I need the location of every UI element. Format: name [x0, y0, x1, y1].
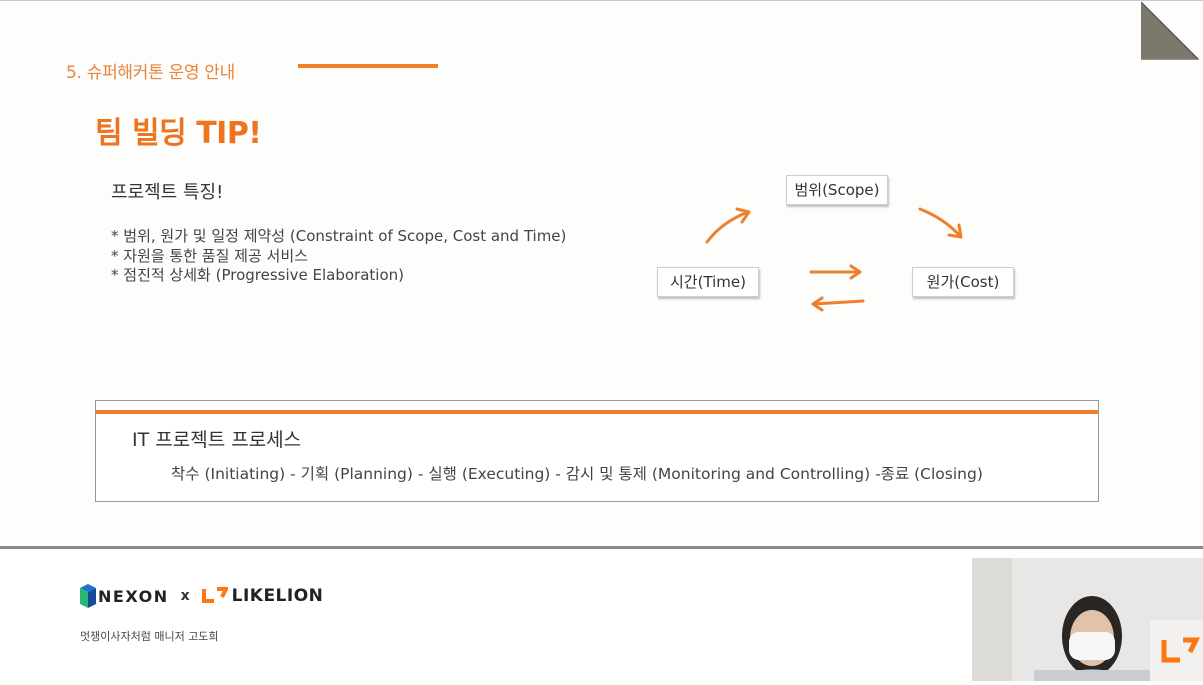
arrow-icon: [809, 264, 862, 280]
list-item: * 자원을 통한 품질 제공 서비스: [111, 246, 308, 265]
arrow-icon: [705, 207, 751, 244]
corner-fold-icon: [1141, 2, 1199, 60]
features-heading: 프로젝트 특징!: [111, 182, 224, 203]
list-item: * 범위, 원가 및 일정 제약성 (Constraint of Scope, …: [111, 227, 567, 245]
likelion-logo-text: LIKELION: [231, 586, 324, 606]
section-title: 5. 슈퍼해커톤 운영 안내: [66, 63, 235, 83]
features-list: * 범위, 원가 및 일정 제약성 (Constraint of Scope, …: [111, 227, 566, 286]
nexon-logo-text: NEXON: [98, 586, 169, 606]
process-title: IT 프로젝트 프로세스: [132, 429, 302, 451]
collab-separator: x: [180, 588, 190, 604]
slide-top-border: [0, 0, 1203, 1]
process-accent-bar: [96, 410, 1098, 414]
likelion-logo-icon: [201, 587, 228, 603]
likelion-logo-icon: [1161, 637, 1201, 663]
list-item: * 점진적 상세화 (Progressive Elaboration): [111, 266, 404, 284]
likelion-corner-badge: [1150, 620, 1203, 681]
process-steps: 착수 (Initiating) - 기획 (Planning) - 실행 (Ex…: [171, 465, 983, 483]
presentation-slide: 5. 슈퍼해커톤 운영 안내 팀 빌딩 TIP! 프로젝트 특징! * 범위, …: [0, 0, 1203, 548]
arrow-icon: [918, 207, 963, 239]
nexon-logo-icon: [80, 584, 96, 608]
cost-box: 원가(Cost): [912, 267, 1014, 297]
presenter-caption: 멋쟁이사자처럼 매니저 고도희: [80, 630, 219, 643]
process-panel: IT 프로젝트 프로세스 착수 (Initiating) - 기획 (Plann…: [95, 400, 1099, 502]
time-box: 시간(Time): [657, 267, 759, 297]
partner-logos: NEXON x LIKELION: [80, 583, 323, 609]
page-title: 팀 빌딩 TIP!: [95, 116, 262, 151]
section-divider: [298, 64, 438, 68]
arrow-icon: [811, 296, 865, 312]
scope-box: 범위(Scope): [786, 175, 888, 205]
